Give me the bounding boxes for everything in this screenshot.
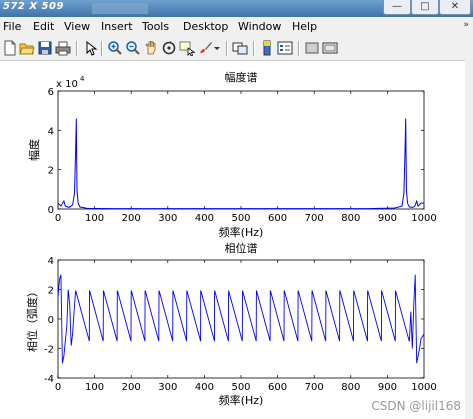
legend-icon[interactable]	[277, 40, 293, 56]
menu-overflow-icon[interactable]: »	[463, 20, 469, 30]
toolbar-separator	[253, 41, 255, 56]
show-plot-tools-icon[interactable]	[322, 40, 338, 56]
phase-xtick-label: 700	[305, 382, 324, 393]
amplitude-xtick-label: 200	[122, 213, 141, 224]
amplitude-xtick-label: 500	[231, 213, 250, 224]
figure-toolbar	[0, 37, 473, 61]
maximize-button[interactable]: □	[411, 0, 439, 15]
data-cursor-icon[interactable]	[179, 40, 195, 56]
phase-title: 相位谱	[225, 241, 258, 255]
phase-xtick-label: 800	[341, 382, 360, 393]
amplitude-exponent-power: 4	[80, 75, 85, 83]
window-right-frame	[465, 37, 473, 419]
amplitude-spectrum-axes: 幅度谱 x 10 4 0 100 200 300 400 500 600 700 800 900 1…	[27, 70, 437, 239]
amplitude-xtick-label: 800	[341, 213, 360, 224]
phase-xtick-label: 900	[378, 382, 397, 393]
phase-ytick-label: 2	[48, 286, 54, 297]
phase-ytick-label: -4	[44, 374, 54, 385]
chevron-down-icon[interactable]	[213, 40, 221, 56]
menu-file[interactable]: File	[3, 20, 21, 33]
toolbar-separator	[298, 41, 300, 56]
amplitude-plot-box	[57, 90, 425, 210]
phase-xtick-label: 1000	[411, 382, 436, 393]
phase-xtick-label: 600	[268, 382, 287, 393]
menu-tools[interactable]: Tools	[142, 20, 169, 33]
amplitude-ytick-label: 0	[48, 205, 54, 216]
amplitude-exponent-label: x 10	[56, 79, 78, 90]
amplitude-xtick-label: 1000	[411, 213, 436, 224]
open-file-icon[interactable]	[19, 40, 35, 56]
rotate-3d-icon[interactable]	[161, 40, 177, 56]
toolbar-separator	[226, 41, 228, 56]
phase-ytick-label: 4	[48, 256, 54, 267]
amplitude-title: 幅度谱	[225, 70, 258, 84]
menu-desktop[interactable]: Desktop	[183, 20, 228, 33]
phase-xtick-label: 500	[231, 382, 250, 393]
pointer-icon[interactable]	[82, 40, 98, 56]
amplitude-ytick-label: 4	[48, 126, 54, 137]
amplitude-xtick-label: 300	[158, 213, 177, 224]
toolbar-separator	[101, 41, 103, 56]
amplitude-xlabel: 频率(Hz)	[219, 225, 264, 239]
phase-spectrum-axes: 相位谱 0 100 200 300 400 500 600 700 800 900 1000 -4 -2…	[25, 241, 437, 407]
menu-edit[interactable]: Edit	[33, 20, 54, 33]
amplitude-xtick-label: 700	[305, 213, 324, 224]
window-size-label: 572 X 509	[3, 1, 64, 12]
phase-plot-box	[57, 259, 425, 379]
menu-window[interactable]: Window	[238, 20, 281, 33]
amplitude-xtick-label: 400	[195, 213, 214, 224]
print-icon[interactable]	[55, 40, 71, 56]
pan-icon[interactable]	[143, 40, 159, 56]
zoom-out-icon[interactable]	[125, 40, 141, 56]
figure-svg: 幅度谱 x 10 4 0 100 200 300 400 500 600 700 800 900 1…	[25, 70, 437, 407]
phase-xtick-label: 0	[55, 382, 61, 393]
amplitude-xtick-label: 100	[85, 213, 104, 224]
menu-view[interactable]: View	[64, 20, 90, 33]
window-title-blurred	[92, 3, 148, 14]
phase-ytick-label: 0	[48, 315, 54, 326]
zoom-in-icon[interactable]	[107, 40, 123, 56]
amplitude-ytick-label: 2	[48, 166, 54, 177]
menu-bar: File Edit View Insert Tools Desktop Wind…	[0, 17, 473, 37]
amplitude-xtick-label: 900	[378, 213, 397, 224]
save-icon[interactable]	[37, 40, 53, 56]
menu-insert[interactable]: Insert	[101, 20, 133, 33]
link-plot-icon[interactable]	[232, 40, 248, 56]
phase-ytick-label: -2	[44, 345, 54, 356]
hide-plot-tools-icon[interactable]	[304, 40, 320, 56]
phase-xtick-label: 300	[158, 382, 177, 393]
amplitude-ytick-label: 6	[48, 87, 54, 98]
phase-xtick-label: 100	[85, 382, 104, 393]
figure-canvas[interactable]: 幅度谱 x 10 4 0 100 200 300 400 500 600 700 800 900 1…	[0, 61, 473, 419]
amplitude-xtick-label: 600	[268, 213, 287, 224]
phase-xlabel: 频率(Hz)	[219, 393, 264, 407]
phase-ylabel: 相位（弧度）	[25, 286, 39, 352]
brush-icon[interactable]	[197, 40, 213, 56]
new-figure-icon[interactable]	[2, 40, 18, 56]
colorbar-icon[interactable]	[259, 40, 275, 56]
phase-xtick-label: 200	[122, 382, 141, 393]
amplitude-xtick-label: 0	[55, 213, 61, 224]
minimize-button[interactable]: —	[383, 0, 411, 15]
toolbar-separator	[76, 41, 78, 56]
amplitude-ylabel: 幅度	[27, 139, 41, 161]
phase-xtick-label: 400	[195, 382, 214, 393]
window-titlebar: 572 X 509 — □ ✕	[0, 0, 473, 17]
menu-help[interactable]: Help	[292, 20, 317, 33]
close-button[interactable]: ✕	[439, 0, 471, 15]
watermark-text: CSDN @lijil168	[371, 399, 461, 413]
